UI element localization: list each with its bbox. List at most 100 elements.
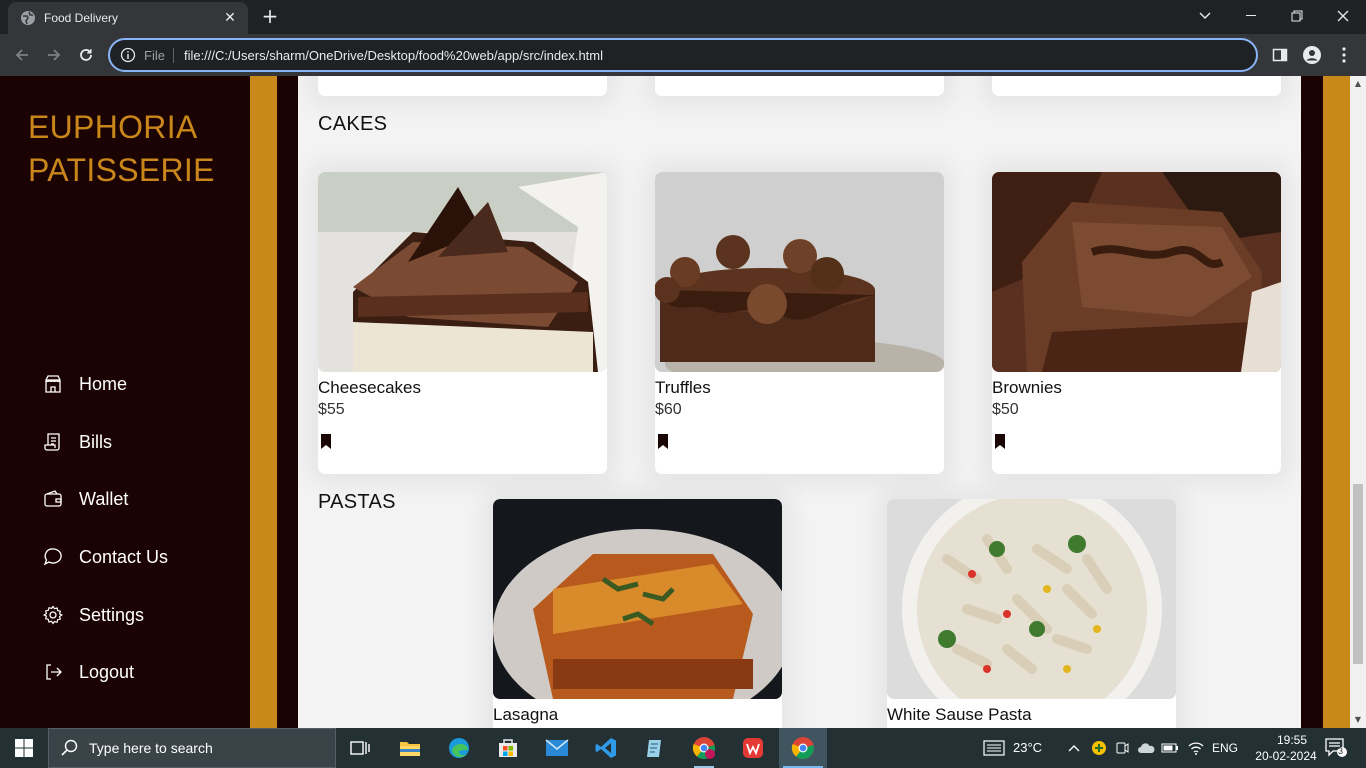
task-view-button[interactable] — [336, 728, 384, 768]
wallet-icon — [42, 488, 64, 510]
product-price: $60 — [655, 401, 682, 418]
chevron-up-icon — [1068, 745, 1080, 752]
task-view-icon — [350, 741, 370, 755]
edge-button[interactable] — [435, 728, 483, 768]
product-name: Truffles — [655, 378, 711, 397]
side-panel-icon — [1272, 48, 1288, 62]
back-button[interactable] — [8, 41, 36, 69]
product-card-partial[interactable] — [655, 76, 944, 96]
page-scrollbar[interactable]: ▲ ▼ — [1350, 76, 1366, 728]
scroll-down-icon[interactable]: ▼ — [1350, 712, 1366, 728]
mail-icon — [545, 739, 569, 756]
sidebar-item-home[interactable]: Home — [42, 369, 127, 399]
product-card[interactable]: White Sause Pasta — [887, 499, 1176, 728]
chrome-button[interactable] — [779, 728, 827, 768]
scrollbar-thumb[interactable] — [1353, 484, 1363, 664]
address-bar[interactable]: File file:///C:/Users/sharm/OneDrive/Des… — [108, 38, 1258, 72]
close-window-button[interactable] — [1320, 0, 1366, 32]
lasagna-image — [493, 499, 782, 699]
sidebar-item-wallet[interactable]: Wallet — [42, 484, 128, 514]
browser-tab[interactable]: Food Delivery ✕ — [8, 2, 248, 34]
close-tab-icon[interactable]: ✕ — [222, 10, 238, 26]
wps-office-icon — [743, 738, 763, 758]
tab-search-button[interactable] — [1182, 0, 1228, 32]
product-card[interactable]: Cheesecakes $55 — [318, 172, 607, 474]
product-name: White Sause Pasta — [887, 705, 1032, 724]
wifi-icon[interactable] — [1186, 738, 1206, 758]
page-viewport: EUPHORIA PATISSERIE Home Bills Wallet Co… — [0, 76, 1366, 728]
sidebar-item-logout[interactable]: Logout — [42, 657, 134, 687]
url-text[interactable]: file:///C:/Users/sharm/OneDrive/Desktop/… — [184, 48, 1256, 63]
profile-icon — [1303, 46, 1321, 64]
store-button[interactable] — [484, 728, 532, 768]
product-card-partial[interactable] — [318, 76, 607, 96]
side-panel-button[interactable] — [1266, 41, 1294, 69]
product-name: Lasagna — [493, 705, 559, 724]
weather-icon[interactable] — [982, 738, 1006, 758]
bookmark-icon[interactable] — [657, 434, 669, 449]
brand-line-1: EUPHORIA — [28, 109, 198, 145]
scroll-up-icon[interactable]: ▲ — [1350, 76, 1366, 92]
restore-button[interactable] — [1274, 0, 1320, 32]
restore-icon — [1291, 10, 1303, 22]
input-language[interactable]: ENG — [1212, 741, 1238, 755]
arrow-left-icon — [15, 49, 28, 61]
start-button[interactable] — [0, 728, 48, 768]
brand-line-2: PATISSERIE — [28, 152, 215, 188]
file-explorer-button[interactable] — [386, 728, 434, 768]
chrome-icon — [692, 737, 715, 759]
more-vertical-icon — [1342, 47, 1346, 63]
gear-icon — [42, 604, 64, 626]
reload-button[interactable] — [72, 41, 100, 69]
main-content: CAKES Cheesecakes $55 Truffles $60 Brown… — [298, 76, 1301, 728]
gold-border-left — [250, 76, 277, 728]
clock-time[interactable]: 19:55 — [1262, 733, 1322, 747]
edge-browser-icon — [449, 738, 469, 758]
vscode-icon — [595, 738, 616, 758]
dark-gutter-left — [277, 76, 298, 728]
new-tab-button[interactable]: + — [258, 5, 282, 29]
product-card[interactable]: Lasagna — [493, 499, 782, 728]
notes-app-button[interactable] — [631, 728, 679, 768]
globe-icon — [21, 11, 35, 25]
truffle-cake-image — [655, 172, 944, 372]
gold-border-right — [1323, 76, 1350, 728]
sidebar-item-bills[interactable]: Bills — [42, 427, 112, 457]
logout-icon — [42, 661, 64, 683]
onedrive-icon[interactable] — [1136, 738, 1156, 758]
product-card-partial[interactable] — [992, 76, 1281, 96]
minimize-button[interactable] — [1228, 0, 1274, 32]
meet-now-icon[interactable] — [1112, 738, 1132, 758]
mail-button[interactable] — [533, 728, 581, 768]
store-icon — [499, 739, 517, 757]
notification-center-button[interactable]: 3 — [1322, 738, 1350, 758]
battery-icon[interactable] — [1160, 738, 1180, 758]
chrome-profile-button[interactable] — [680, 728, 728, 768]
profile-button[interactable] — [1298, 41, 1326, 69]
product-name: Cheesecakes — [318, 378, 422, 397]
bookmark-icon[interactable] — [994, 434, 1006, 449]
browser-tab-bar: Food Delivery ✕ + — [0, 0, 1366, 34]
show-hidden-icons-button[interactable] — [1064, 738, 1084, 758]
product-card[interactable]: Truffles $60 — [655, 172, 944, 474]
sidebar-item-label: Bills — [79, 431, 113, 452]
reload-icon — [80, 49, 92, 61]
browser-menu-button[interactable] — [1330, 41, 1358, 69]
wps-office-button[interactable] — [729, 728, 777, 768]
search-icon — [61, 739, 78, 756]
forward-button[interactable] — [40, 41, 68, 69]
info-icon[interactable] — [120, 47, 136, 63]
defender-icon[interactable] — [1089, 738, 1109, 758]
product-card[interactable]: Brownies $50 — [992, 172, 1281, 474]
clock-date[interactable]: 20-02-2024 — [1250, 749, 1322, 763]
brand-logo[interactable]: EUPHORIA PATISSERIE — [28, 106, 215, 192]
taskbar-search-box[interactable]: Type here to search — [48, 728, 336, 768]
sidebar-item-label: Logout — [79, 661, 135, 682]
bookmark-icon[interactable] — [320, 434, 332, 449]
receipt-icon — [42, 431, 64, 453]
home-icon — [42, 373, 64, 395]
sidebar-item-settings[interactable]: Settings — [42, 600, 144, 630]
sidebar-item-contact-us[interactable]: Contact Us — [42, 542, 168, 572]
weather-temperature[interactable]: 23°C — [1013, 740, 1042, 755]
vscode-button[interactable] — [582, 728, 630, 768]
